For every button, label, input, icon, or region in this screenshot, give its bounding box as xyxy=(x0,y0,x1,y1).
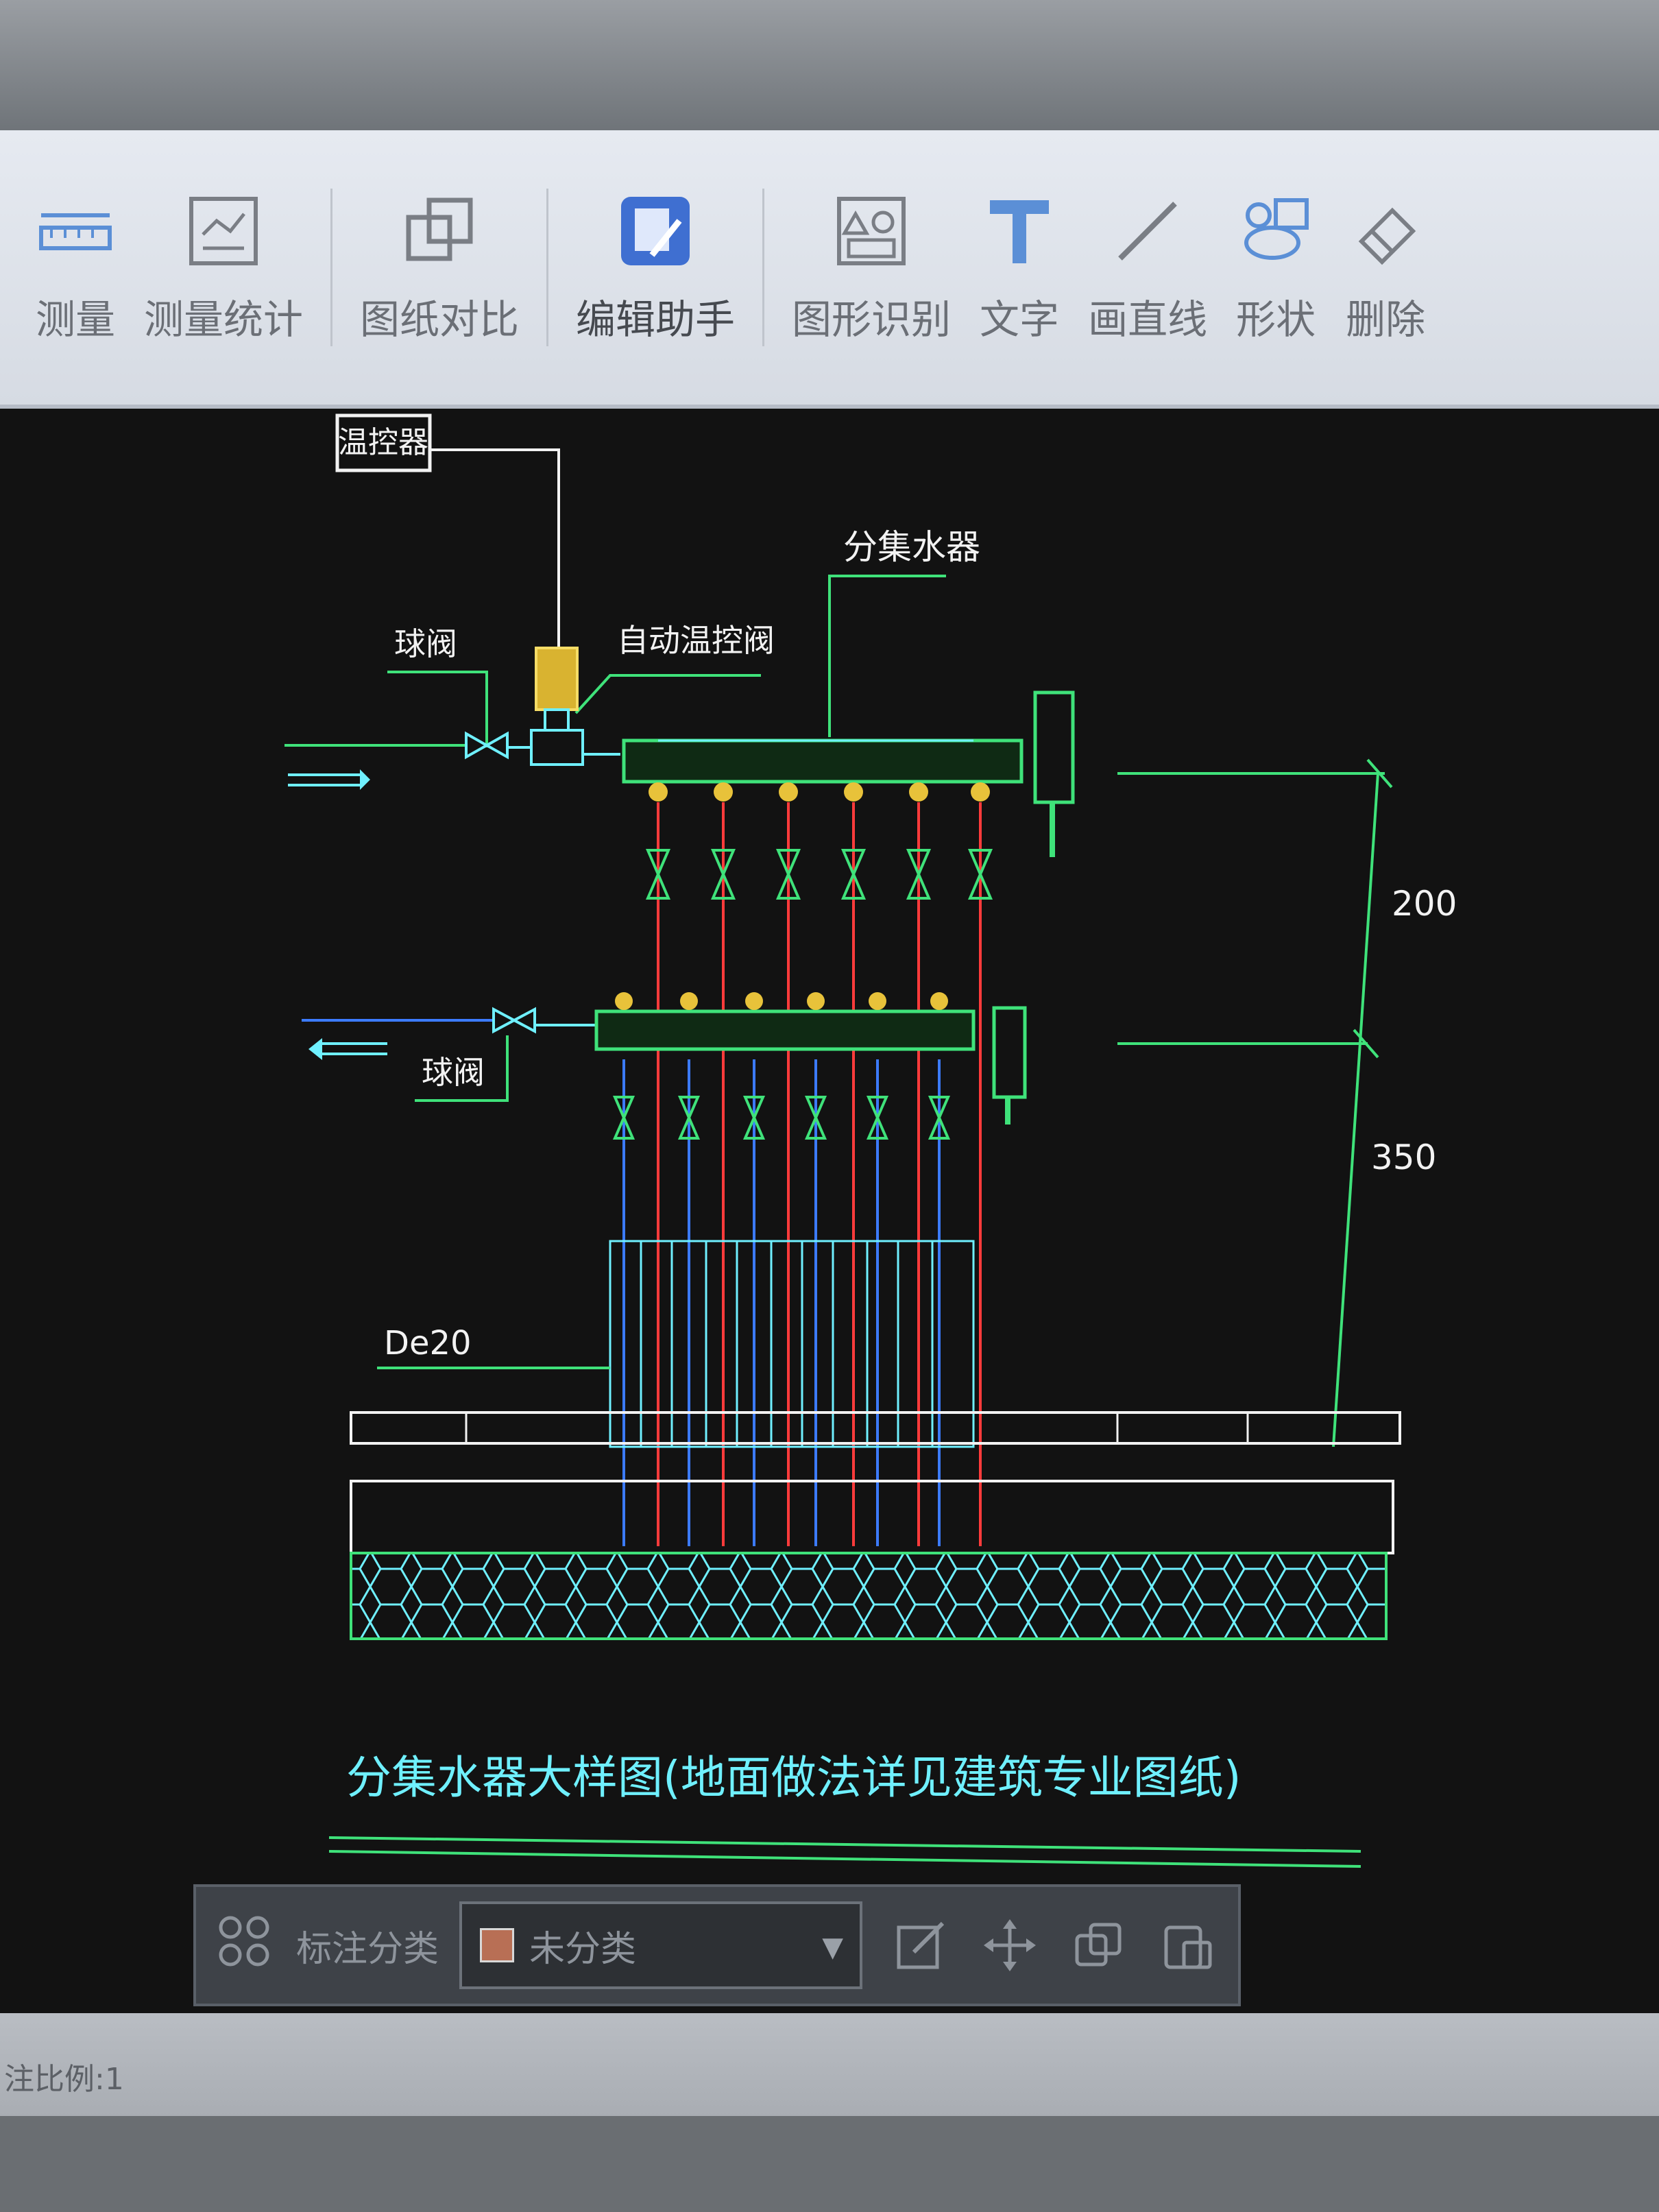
status-bar: 注比例:1 xyxy=(0,2013,1659,2116)
dimension-350: 350 xyxy=(1371,1138,1436,1177)
thermostat-label: 温控器 xyxy=(338,425,428,460)
toolbar-divider xyxy=(762,189,765,346)
annotation-category-bar: 标注分类 未分类 ▼ xyxy=(193,1884,1241,2006)
measure-stats-button[interactable]: 测量统计 xyxy=(130,158,317,377)
measure-label: 测量 xyxy=(35,296,115,343)
toolbar-divider xyxy=(330,189,333,346)
eraser-icon xyxy=(1344,190,1427,272)
auto-valve-label: 自动温控阀 xyxy=(617,622,775,659)
cad-drawing: 温控器 分集水器 球阀 自动温控阀 球阀 De20 200 350 分集水器大样… xyxy=(284,413,1457,1868)
delete-label: 删除 xyxy=(1346,296,1426,343)
cad-edit-assistant-icon xyxy=(614,190,697,272)
drawing-canvas[interactable]: 温控器 分集水器 球阀 自动温控阀 球阀 De20 200 350 分集水器大样… xyxy=(0,409,1659,2013)
paste-icon[interactable] xyxy=(1157,1914,1219,1976)
monitor-bezel xyxy=(0,0,1659,130)
shape-recognition-label: 图形识别 xyxy=(792,296,952,343)
measure-stats-label: 测量统计 xyxy=(144,296,304,343)
copy-icon[interactable] xyxy=(1068,1914,1130,1976)
category-select-value: 未分类 xyxy=(529,1928,637,1970)
shape-icon xyxy=(1235,190,1317,272)
ball-valve-top-label: 球阀 xyxy=(394,625,457,662)
thermostat-box: 温控器 xyxy=(335,413,560,651)
compare-drawings-label: 图纸对比 xyxy=(360,296,520,343)
category-select[interactable]: 未分类 ▼ xyxy=(459,1901,863,1989)
thermostatic-actuator xyxy=(530,647,584,766)
compare-drawings-icon xyxy=(398,190,481,272)
delete-button[interactable]: 删除 xyxy=(1331,158,1440,377)
edit-icon[interactable] xyxy=(890,1914,952,1976)
scale-text: 注比例:1 xyxy=(4,2062,124,2097)
text-label: 文字 xyxy=(980,296,1060,343)
text-icon xyxy=(978,190,1061,272)
supply-manifold xyxy=(622,690,1075,857)
edit-assistant-label: 编辑助手 xyxy=(576,296,736,343)
dimension-lines: 200 350 xyxy=(1117,758,1457,1447)
draw-line-label: 画直线 xyxy=(1088,296,1208,343)
annotation-category-label: 标注分类 xyxy=(296,1928,439,1970)
measure-button[interactable]: 测量 xyxy=(21,158,130,377)
chevron-down-icon: ▼ xyxy=(822,1932,844,1963)
manifold-label: 分集水器 xyxy=(843,527,980,567)
ball-valve-bottom-label: 球阀 xyxy=(422,1054,485,1091)
draw-line-button[interactable]: 画直线 xyxy=(1074,158,1221,377)
top-toolbar: 测量 测量统计 图纸对比 编辑助手 图形识别 文字 画直线 形状 删除 xyxy=(0,130,1659,409)
measure-stats-icon xyxy=(182,190,265,272)
toolbar-divider xyxy=(546,189,549,346)
drawing-title: 分集水器大样图(地面做法详见建筑专业图纸) xyxy=(346,1751,1242,1804)
shape-recognition-icon xyxy=(830,190,912,272)
shape-label: 形状 xyxy=(1236,296,1316,343)
monitor-bottom-bezel xyxy=(0,2116,1659,2212)
category-color-swatch xyxy=(480,1928,515,1962)
compare-drawings-button[interactable]: 图纸对比 xyxy=(346,158,533,377)
pipe-size-label: De20 xyxy=(384,1324,472,1362)
move-icon[interactable] xyxy=(979,1914,1041,1976)
measure-ruler-icon xyxy=(34,190,117,272)
ball-valve-bottom xyxy=(492,1007,518,1034)
supply-arrow xyxy=(288,769,370,790)
grid-icon[interactable] xyxy=(217,1914,278,1977)
shape-button[interactable]: 形状 xyxy=(1221,158,1331,377)
ball-valve-top xyxy=(465,731,490,760)
draw-line-icon xyxy=(1106,190,1189,272)
return-arrow xyxy=(308,1038,387,1060)
edit-assistant-button[interactable]: 编辑助手 xyxy=(562,158,749,377)
dimension-200: 200 xyxy=(1392,884,1457,924)
text-button[interactable]: 文字 xyxy=(965,158,1074,377)
shape-recognition-button[interactable]: 图形识别 xyxy=(778,158,965,377)
